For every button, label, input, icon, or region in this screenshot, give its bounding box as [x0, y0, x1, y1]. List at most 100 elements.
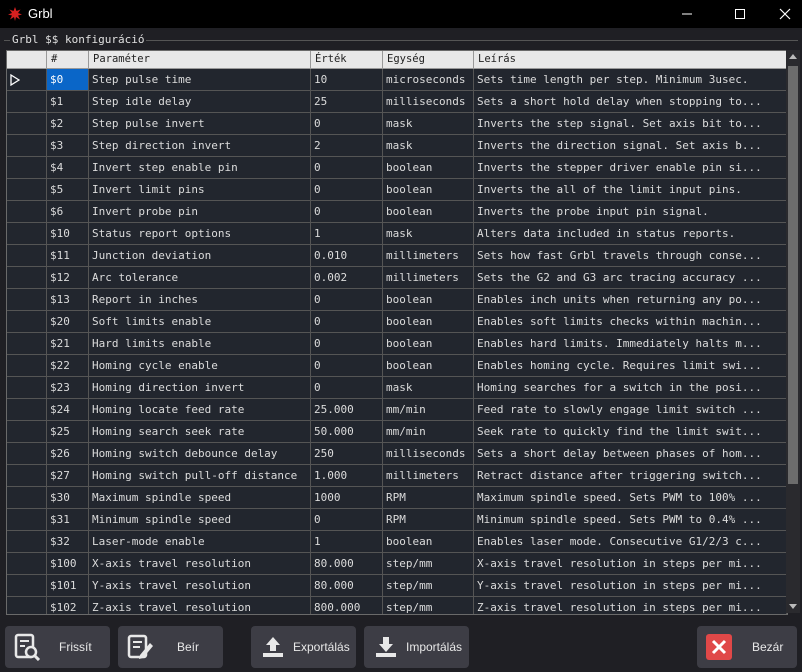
cell-value[interactable]: 50.000 [311, 421, 383, 443]
cell-desc[interactable]: Feed rate to slowly engage limit switch … [474, 399, 787, 421]
cell-value[interactable]: 80.000 [311, 575, 383, 597]
cell-param[interactable]: Hard limits enable [89, 333, 311, 355]
cell-value[interactable]: 10 [311, 69, 383, 91]
scroll-thumb[interactable] [788, 66, 798, 484]
row-header[interactable] [7, 487, 47, 509]
cell-unit[interactable]: boolean [383, 333, 474, 355]
cell-param[interactable]: Step pulse invert [89, 113, 311, 135]
cell-unit[interactable]: boolean [383, 179, 474, 201]
table-row[interactable]: $2 Step pulse invert 0 mask Inverts the step… [7, 113, 787, 135]
cell-id[interactable]: $11 [47, 245, 89, 267]
cell-value[interactable]: 0 [311, 377, 383, 399]
cell-unit[interactable]: milliseconds [383, 443, 474, 465]
cell-unit[interactable]: boolean [383, 355, 474, 377]
cell-value[interactable]: 0 [311, 113, 383, 135]
table-row[interactable]: $11 Junction deviation 0.010 millimeters Set… [7, 245, 787, 267]
cell-param[interactable]: Invert step enable pin [89, 157, 311, 179]
close-window-button[interactable] [762, 0, 802, 28]
cell-value[interactable]: 1000 [311, 487, 383, 509]
cell-value[interactable]: 0 [311, 355, 383, 377]
cell-id[interactable]: $24 [47, 399, 89, 421]
cell-value[interactable]: 0.010 [311, 245, 383, 267]
column-header-unit[interactable]: Egység [383, 51, 474, 68]
cell-value[interactable]: 80.000 [311, 553, 383, 575]
cell-value[interactable]: 25 [311, 91, 383, 113]
row-header[interactable] [7, 289, 47, 311]
cell-desc[interactable]: Enables hard limits. Immediately halts m… [474, 333, 787, 355]
cell-unit[interactable]: boolean [383, 289, 474, 311]
cell-param[interactable]: Homing direction invert [89, 377, 311, 399]
cell-param[interactable]: Z-axis travel resolution [89, 597, 311, 614]
row-header[interactable] [7, 201, 47, 223]
column-header-desc[interactable]: Leírás [474, 51, 787, 68]
cell-value[interactable]: 1 [311, 223, 383, 245]
cell-unit[interactable]: step/mm [383, 553, 474, 575]
cell-id[interactable]: $102 [47, 597, 89, 614]
table-row[interactable]: $3 Step direction invert 2 mask Inverts the … [7, 135, 787, 157]
cell-unit[interactable]: mask [383, 135, 474, 157]
cell-desc[interactable]: Inverts the stepper driver enable pin si… [474, 157, 787, 179]
row-header[interactable] [7, 443, 47, 465]
table-row[interactable]: $6 Invert probe pin 0 boolean Inverts the pr… [7, 201, 787, 223]
cell-id[interactable]: $27 [47, 465, 89, 487]
cell-value[interactable]: 0 [311, 179, 383, 201]
row-header[interactable] [7, 355, 47, 377]
cell-param[interactable]: Y-axis travel resolution [89, 575, 311, 597]
cell-desc[interactable]: Minimum spindle speed. Sets PWM to 0.4% … [474, 509, 787, 531]
settings-grid[interactable]: # Paraméter Érték Egység Leírás $0 Step p… [6, 50, 788, 615]
cell-unit[interactable]: step/mm [383, 575, 474, 597]
cell-value[interactable]: 25.000 [311, 399, 383, 421]
cell-value[interactable]: 1.000 [311, 465, 383, 487]
table-row[interactable]: $13 Report in inches 0 boolean Enables inch … [7, 289, 787, 311]
maximize-button[interactable] [717, 0, 763, 28]
cell-unit[interactable]: step/mm [383, 597, 474, 614]
cell-desc[interactable]: Sets a short delay between phases of hom… [474, 443, 787, 465]
cell-param[interactable]: Step idle delay [89, 91, 311, 113]
scroll-down-icon[interactable] [789, 604, 797, 609]
export-button[interactable]: Exportálás [251, 626, 356, 668]
row-header[interactable] [7, 377, 47, 399]
table-row[interactable]: $20 Soft limits enable 0 boolean Enables sof… [7, 311, 787, 333]
cell-id[interactable]: $1 [47, 91, 89, 113]
cell-unit[interactable]: boolean [383, 157, 474, 179]
cell-id[interactable]: $30 [47, 487, 89, 509]
cell-id[interactable]: $22 [47, 355, 89, 377]
cell-desc[interactable]: Inverts the direction signal. Set axis b… [474, 135, 787, 157]
import-button[interactable]: Importálás [364, 626, 469, 668]
cell-value[interactable]: 250 [311, 443, 383, 465]
cell-param[interactable]: Homing locate feed rate [89, 399, 311, 421]
cell-value[interactable]: 800.000 [311, 597, 383, 614]
cell-param[interactable]: Homing search seek rate [89, 421, 311, 443]
row-header[interactable] [7, 267, 47, 289]
cell-desc[interactable]: Inverts the step signal. Set axis bit to… [474, 113, 787, 135]
cell-param[interactable]: Invert probe pin [89, 201, 311, 223]
cell-param[interactable]: Minimum spindle speed [89, 509, 311, 531]
cell-param[interactable]: Homing switch pull-off distance [89, 465, 311, 487]
cell-desc[interactable]: Enables soft limits checks within machin… [474, 311, 787, 333]
cell-desc[interactable]: Inverts the all of the limit input pins. [474, 179, 787, 201]
row-header[interactable] [7, 91, 47, 113]
table-row[interactable]: $25 Homing search seek rate 50.000 mm/min Se… [7, 421, 787, 443]
cell-desc[interactable]: Enables homing cycle. Requires limit swi… [474, 355, 787, 377]
cell-param[interactable]: Arc tolerance [89, 267, 311, 289]
column-header-value[interactable]: Érték [311, 51, 383, 68]
cell-param[interactable]: Step pulse time [89, 69, 311, 91]
row-header[interactable] [7, 223, 47, 245]
row-header[interactable] [7, 575, 47, 597]
cell-desc[interactable]: Sets a short hold delay when stopping to… [474, 91, 787, 113]
column-header-param[interactable]: Paraméter [89, 51, 311, 68]
table-row[interactable]: $30 Maximum spindle speed 1000 RPM Maximum s… [7, 487, 787, 509]
table-row[interactable]: $24 Homing locate feed rate 25.000 mm/min Fe… [7, 399, 787, 421]
row-header[interactable] [7, 69, 47, 91]
cell-unit[interactable]: RPM [383, 509, 474, 531]
cell-unit[interactable]: millimeters [383, 267, 474, 289]
cell-value[interactable]: 0 [311, 509, 383, 531]
cell-desc[interactable]: Enables laser mode. Consecutive G1/2/3 c… [474, 531, 787, 553]
cell-param[interactable]: Homing cycle enable [89, 355, 311, 377]
cell-desc[interactable]: Sets how fast Grbl travels through conse… [474, 245, 787, 267]
cell-value[interactable]: 1 [311, 531, 383, 553]
cell-id[interactable]: $4 [47, 157, 89, 179]
cell-unit[interactable]: microseconds [383, 69, 474, 91]
cell-id[interactable]: $10 [47, 223, 89, 245]
row-header[interactable] [7, 597, 47, 614]
